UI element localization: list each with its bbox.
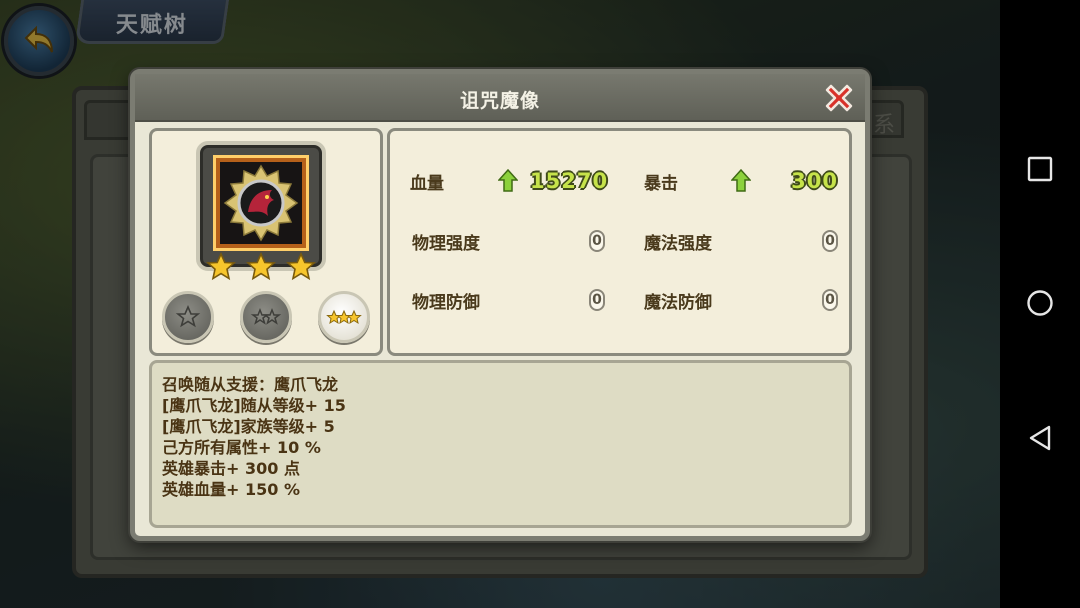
three-star-icon — [326, 309, 362, 325]
hp-label: 血量 — [410, 174, 444, 194]
hero-card — [149, 128, 383, 356]
close-icon — [825, 84, 853, 112]
magic-atk-value: 0 — [822, 230, 838, 252]
magic-def-value: 0 — [822, 289, 838, 311]
hero-star-rating — [206, 252, 326, 286]
star-icon — [246, 252, 276, 281]
crit-up-arrow-icon — [731, 169, 751, 192]
hero-detail-popup: 诅咒魔像 血量 15270 暴击 300 物理强度 0 魔法强度 0 物理防御 … — [130, 69, 870, 541]
hp-value: 15270 — [530, 169, 609, 193]
phys-atk-value: 0 — [589, 230, 605, 252]
star-outline-icon — [175, 304, 201, 328]
stats-card: 血量 15270 暴击 300 物理强度 0 魔法强度 0 物理防御 0 魔法防… — [387, 128, 852, 356]
description-line: 英雄血量+ 150 % — [162, 480, 300, 499]
star-icon — [286, 252, 316, 281]
popup-title: 诅咒魔像 — [459, 90, 540, 112]
close-button[interactable] — [819, 78, 859, 118]
dragon-emblem-icon — [220, 162, 302, 244]
crit-value: 300 — [791, 169, 838, 193]
recent-apps-icon[interactable] — [1026, 155, 1054, 183]
phys-atk-label: 物理强度 — [412, 234, 480, 254]
phys-def-label: 物理防御 — [412, 293, 480, 313]
popup-header: 诅咒魔像 — [135, 74, 865, 122]
hp-up-arrow-icon — [498, 169, 518, 192]
home-icon[interactable] — [1026, 289, 1054, 317]
magic-def-label: 魔法防御 — [644, 293, 712, 313]
crit-label: 暴击 — [644, 174, 678, 194]
android-nav-bar — [1000, 0, 1080, 608]
back-icon[interactable] — [1026, 424, 1054, 452]
grade-3-star-button[interactable] — [318, 291, 370, 343]
skill-description: 召唤随从支援：鹰爪飞龙 [鹰爪飞龙]随从等级+ 15 [鹰爪飞龙]家族等级+ 5… — [149, 360, 852, 528]
hero-portrait — [213, 155, 309, 251]
grade-2-star-button[interactable] — [240, 291, 292, 343]
phys-def-value: 0 — [589, 289, 605, 311]
magic-atk-label: 魔法强度 — [644, 234, 712, 254]
two-star-outline-icon — [250, 307, 282, 325]
grade-1-star-button[interactable] — [162, 291, 214, 343]
star-icon — [206, 252, 236, 281]
